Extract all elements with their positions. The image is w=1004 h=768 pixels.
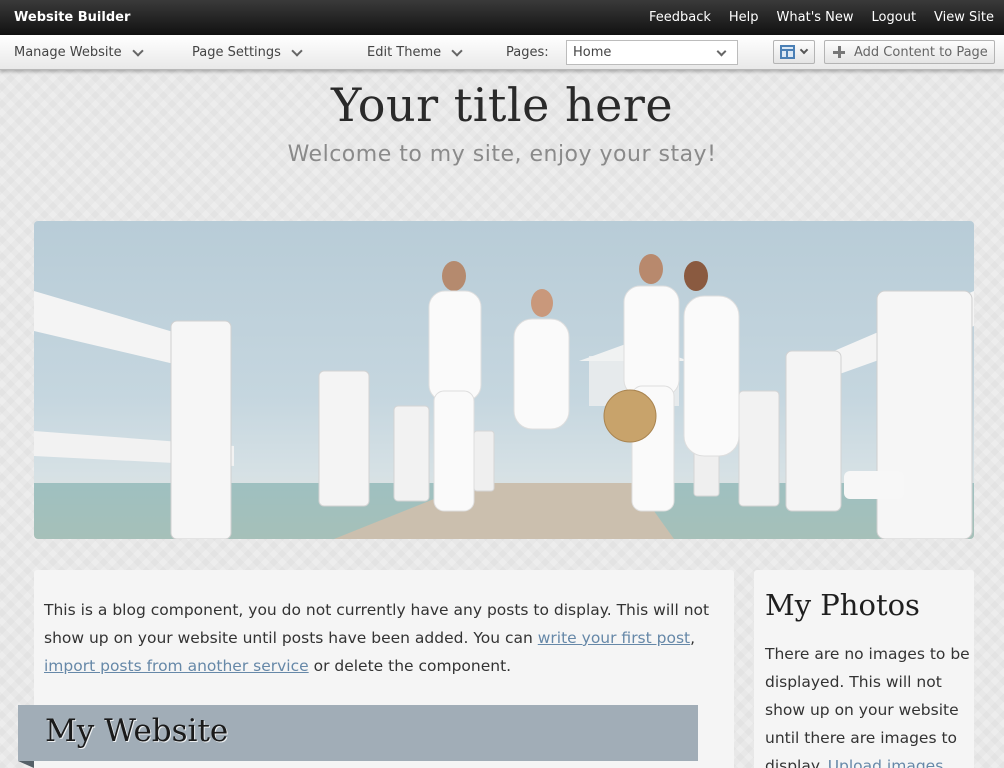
view-site-link[interactable]: View Site — [934, 10, 994, 25]
pages-select[interactable]: Home — [566, 40, 738, 65]
plus-icon — [833, 46, 845, 58]
edit-theme-menu[interactable]: Edit Theme — [367, 35, 463, 70]
write-first-post-link[interactable]: write your first post — [538, 629, 690, 647]
manage-website-label: Manage Website — [14, 45, 122, 60]
blog-empty-message: This is a blog component, you do not cur… — [44, 596, 714, 680]
help-link[interactable]: Help — [729, 10, 759, 25]
chevron-down-icon — [291, 44, 303, 57]
hero-image[interactable] — [34, 221, 974, 539]
page-settings-label: Page Settings — [192, 45, 281, 60]
photos-empty-message: There are no images to be displayed. Thi… — [765, 640, 970, 768]
layout-icon — [780, 45, 795, 59]
chevron-down-icon — [716, 46, 727, 57]
pages-selected-value: Home — [573, 45, 612, 60]
ribbon-title: My Website — [45, 713, 229, 749]
section-ribbon[interactable]: My Website — [18, 705, 698, 761]
site-subtitle[interactable]: Welcome to my site, enjoy your stay! — [0, 142, 1004, 167]
pages-label: Pages: — [506, 45, 549, 60]
page-settings-menu[interactable]: Page Settings — [192, 35, 303, 70]
whats-new-link[interactable]: What's New — [777, 10, 854, 25]
manage-website-menu[interactable]: Manage Website — [14, 35, 144, 70]
photos-component[interactable]: My Photos There are no images to be disp… — [754, 570, 974, 768]
editor-toolbar: Manage Website Page Settings Edit Theme … — [0, 35, 1004, 70]
layout-button[interactable] — [773, 40, 815, 64]
site-title[interactable]: Your title here — [0, 78, 1004, 132]
upload-images-link[interactable]: Upload images — [828, 757, 944, 768]
add-content-button[interactable]: Add Content to Page — [824, 40, 995, 64]
feedback-link[interactable]: Feedback — [649, 10, 711, 25]
top-navigation-bar: Website Builder Feedback Help What's New… — [0, 0, 1004, 35]
photos-title: My Photos — [765, 588, 920, 622]
chevron-down-icon — [451, 44, 463, 57]
chevron-down-icon — [131, 44, 144, 57]
edit-theme-label: Edit Theme — [367, 45, 442, 60]
blog-text-part: or delete the component. — [308, 657, 512, 675]
photos-text-part: There are no images to be displayed. Thi… — [765, 645, 970, 768]
import-posts-link[interactable]: import posts from another service — [44, 657, 309, 675]
brand-name: Website Builder — [14, 10, 131, 25]
add-content-label: Add Content to Page — [854, 44, 988, 60]
logout-link[interactable]: Logout — [872, 10, 917, 25]
ribbon-fold — [18, 761, 34, 768]
hero-illustration — [34, 254, 974, 539]
blog-text-part: , — [690, 629, 696, 647]
top-links: Feedback Help What's New Logout View Sit… — [631, 0, 1004, 35]
chevron-down-icon — [799, 45, 809, 55]
